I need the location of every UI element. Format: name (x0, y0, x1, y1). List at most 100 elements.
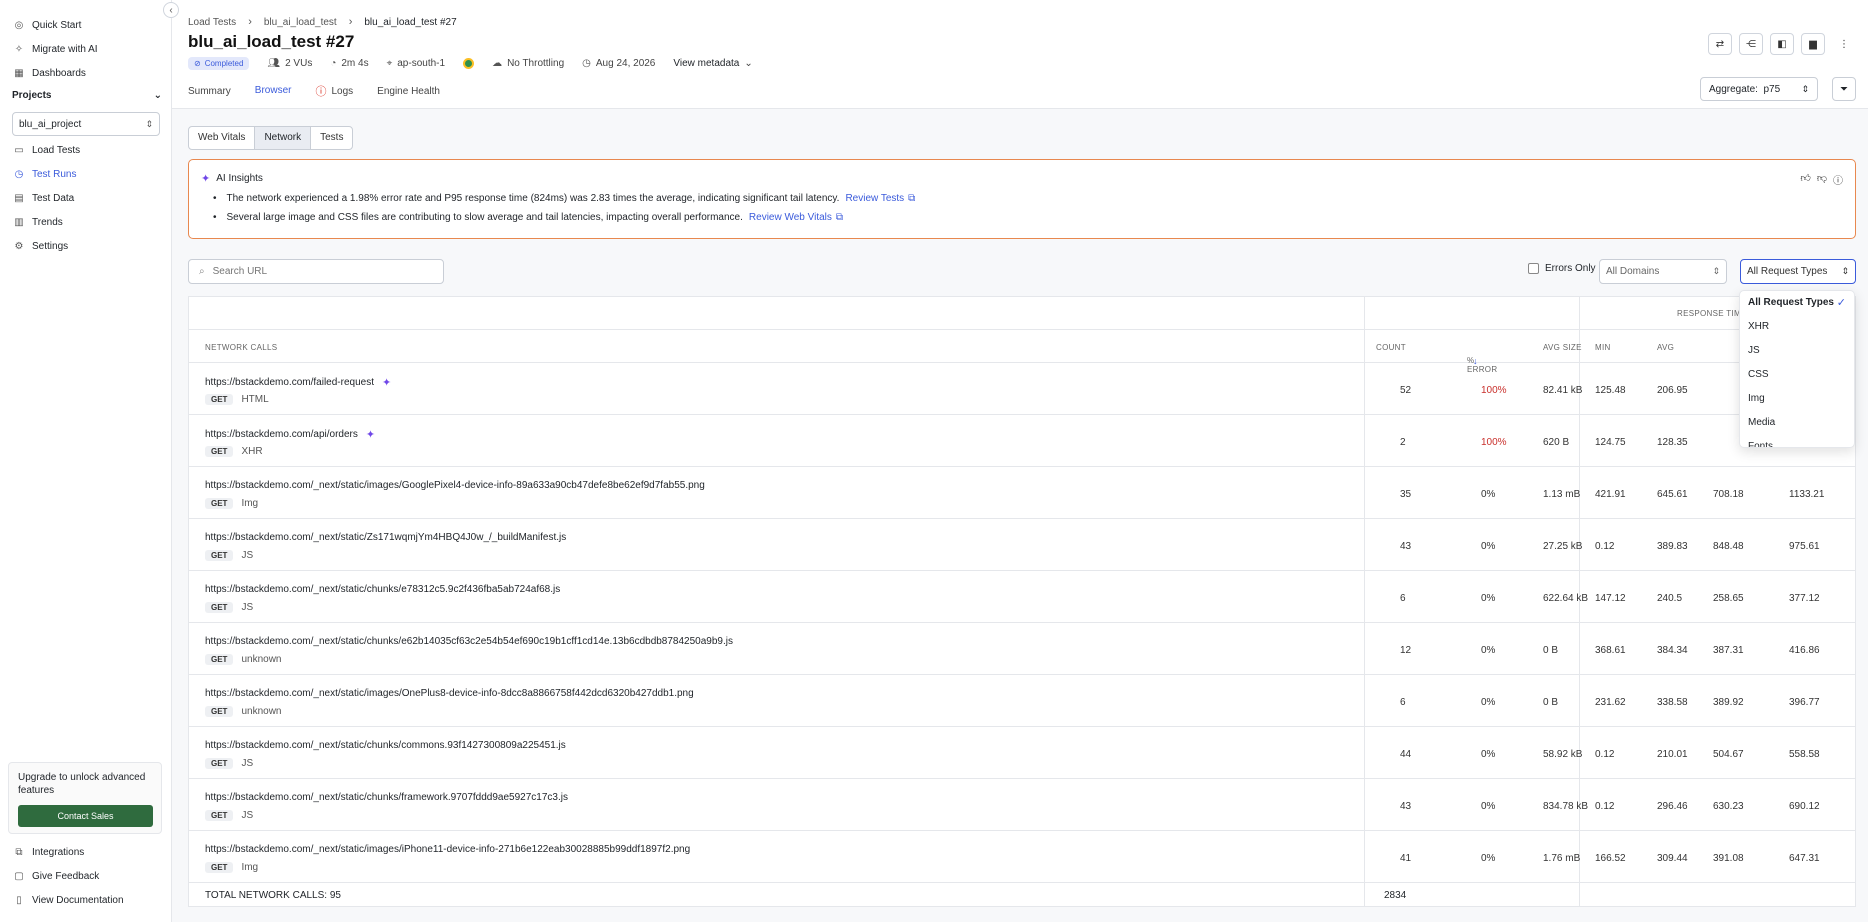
url-text: https://bstackdemo.com/_next/static/chun… (205, 740, 566, 751)
sidebar-item-give-feedback[interactable]: ▢ Give Feedback (8, 865, 163, 887)
updown-icon: ⇕ (1712, 266, 1720, 276)
rerun-button[interactable]: ⇄ (1708, 33, 1732, 55)
sidebar-item-migrate-with-ai[interactable]: ✧ Migrate with AI (8, 38, 163, 60)
col-network-calls[interactable]: NETWORK CALLS (205, 343, 277, 352)
projects-header[interactable]: Projects ⌄ (12, 90, 162, 101)
more-button[interactable]: ⋮ (1832, 33, 1856, 55)
url-text: https://bstackdemo.com/_next/static/chun… (205, 636, 733, 647)
percentile-cell: 387.31 (1713, 645, 1744, 656)
request-meta: GET Img (205, 862, 258, 873)
aggregate-label: Aggregate: (1709, 83, 1758, 95)
contact-sales-button[interactable]: Contact Sales (18, 805, 153, 827)
subtab-tests[interactable]: Tests (311, 127, 352, 149)
review-web-vitals-link[interactable]: Review Web Vitals ⧉ (749, 212, 843, 223)
request-meta: GET HTML (205, 394, 269, 405)
errors-only-toggle[interactable]: Errors Only (1528, 263, 1596, 274)
dropdown-option[interactable]: CSS (1740, 363, 1854, 387)
breadcrumb-load-tests[interactable]: Load Tests (188, 17, 236, 28)
dropdown-option[interactable]: Fonts (1740, 435, 1854, 447)
request-type: JS (241, 758, 254, 769)
dropdown-option[interactable]: Media (1740, 411, 1854, 435)
feedback-icon: ▢ (14, 870, 24, 882)
sidebar-item-trends[interactable]: ▥ Trends (8, 211, 163, 233)
col-avg-size[interactable]: AVG SIZE (1543, 343, 1582, 352)
tab-logs[interactable]: ⓘ Logs (315, 82, 363, 110)
search-input[interactable] (212, 266, 413, 277)
network-call-url[interactable]: https://bstackdemo.com/_next/static/chun… (205, 636, 733, 647)
table-row[interactable]: https://bstackdemo.com/api/orders ✦ GET XHR… (189, 415, 1855, 467)
min-cell: 166.52 (1595, 853, 1626, 864)
dropdown-option[interactable]: JS (1740, 339, 1854, 363)
subtab-network[interactable]: Network (255, 127, 312, 149)
network-call-url[interactable]: https://bstackdemo.com/_next/static/chun… (205, 740, 566, 751)
table-row[interactable]: https://bstackdemo.com/_next/static/Zs17… (189, 519, 1855, 571)
network-call-url[interactable]: https://bstackdemo.com/_next/static/imag… (205, 480, 705, 491)
view-metadata-button[interactable]: View metadata ⌄ (673, 58, 752, 69)
table-row[interactable]: https://bstackdemo.com/_next/static/chun… (189, 727, 1855, 779)
dropdown-option[interactable]: All Request Types ✓ (1740, 291, 1854, 315)
request-type: unknown (241, 654, 282, 665)
error-cell: 0% (1481, 489, 1496, 500)
subtab-web-vitals[interactable]: Web Vitals (189, 127, 256, 149)
chevron-down-icon: ⌄ (153, 90, 162, 101)
table-row[interactable]: https://bstackdemo.com/_next/static/imag… (189, 675, 1855, 727)
filter-button[interactable]: ⏷ (1832, 77, 1856, 101)
duration-value: 2m 4s (341, 58, 369, 69)
share-button[interactable]: ⋲ (1739, 33, 1763, 55)
compare-button[interactable]: ◧ (1770, 33, 1794, 55)
aggregate-select[interactable]: Aggregate: p75 ⇕ (1700, 77, 1818, 101)
thumbs-down-icon[interactable]: 👎︎ (1817, 172, 1827, 187)
table-row[interactable]: https://bstackdemo.com/_next/static/chun… (189, 623, 1855, 675)
breadcrumb-test[interactable]: blu_ai_load_test (264, 17, 337, 28)
col-count[interactable]: COUNT (1376, 343, 1406, 352)
subtabs: Web Vitals Network Tests (188, 126, 354, 150)
tab-browser[interactable]: Browser (254, 82, 302, 110)
sidebar-item-test-runs[interactable]: ◷ Test Runs (8, 163, 163, 185)
sidebar-item-settings[interactable]: ⚙ Settings (8, 235, 163, 257)
tab-summary[interactable]: Summary (188, 82, 241, 110)
domain-select[interactable]: All Domains ⇕ (1599, 259, 1727, 284)
request-type-select[interactable]: All Request Types ⇕ (1740, 259, 1856, 284)
col-avg[interactable]: AVG (1657, 343, 1674, 352)
table-row[interactable]: https://bstackdemo.com/failed-request ✦ GE… (189, 363, 1855, 415)
sidebar-item-quick-start[interactable]: ◎ Quick Start (8, 14, 163, 36)
table-row[interactable]: https://bstackdemo.com/_next/static/imag… (189, 467, 1855, 519)
sidebar-item-label: Dashboards (32, 67, 86, 79)
network-call-url[interactable]: https://bstackdemo.com/_next/static/Zs17… (205, 532, 566, 543)
collapse-sidebar-button[interactable]: ‹ (163, 2, 179, 18)
sidebar-item-test-data[interactable]: ▤ Test Data (8, 187, 163, 209)
help-icon[interactable]: ⓘ (1833, 172, 1843, 187)
dropdown-option[interactable]: XHR (1740, 315, 1854, 339)
sidebar-item-dashboards[interactable]: ▦ Dashboards (8, 62, 163, 84)
sidebar-item-view-documentation[interactable]: ▯ View Documentation (8, 889, 163, 911)
projects-label: Projects (12, 90, 52, 101)
sidebar-item-load-tests[interactable]: ▭ Load Tests (8, 139, 163, 161)
rocket-icon: ◎ (14, 19, 24, 31)
region-flag-icon (463, 58, 475, 69)
network-call-url[interactable]: https://bstackdemo.com/failed-request ✦ (205, 376, 391, 389)
search-url-field[interactable]: ⌕ (188, 259, 444, 284)
max-cell: 1133.21 (1789, 489, 1825, 500)
network-call-url[interactable]: https://bstackdemo.com/_next/static/chun… (205, 584, 560, 595)
table-row[interactable]: https://bstackdemo.com/_next/static/imag… (189, 831, 1855, 883)
table-row[interactable]: https://bstackdemo.com/_next/static/chun… (189, 779, 1855, 831)
project-select[interactable]: blu_ai_project ⇕ (12, 112, 160, 136)
col-min[interactable]: MIN (1595, 343, 1611, 352)
avg-cell: 309.44 (1657, 853, 1688, 864)
review-tests-link[interactable]: Review Tests ⧉ (845, 193, 915, 204)
network-call-url[interactable]: https://bstackdemo.com/api/orders ✦ (205, 428, 375, 441)
table-group-header: RESPONSE TIME (189, 297, 1855, 330)
avg-cell: 206.95 (1657, 385, 1688, 396)
errors-only-checkbox[interactable] (1528, 263, 1539, 274)
method-badge: GET (205, 602, 234, 613)
thumbs-up-icon[interactable]: 👍︎ (1800, 172, 1810, 187)
comments-button[interactable]: ▆ (1801, 33, 1825, 55)
dropdown-option[interactable]: Img (1740, 387, 1854, 411)
network-call-url[interactable]: https://bstackdemo.com/_next/static/imag… (205, 688, 694, 699)
network-call-url[interactable]: https://bstackdemo.com/_next/static/imag… (205, 844, 690, 855)
table-row[interactable]: https://bstackdemo.com/_next/static/chun… (189, 571, 1855, 623)
tab-engine-health[interactable]: Engine Health (377, 82, 450, 110)
network-call-url[interactable]: https://bstackdemo.com/_next/static/chun… (205, 792, 568, 803)
sidebar-item-integrations[interactable]: ⧉ Integrations (8, 841, 163, 863)
insight-feedback: 👍︎ 👎︎ ⓘ (1800, 172, 1843, 187)
